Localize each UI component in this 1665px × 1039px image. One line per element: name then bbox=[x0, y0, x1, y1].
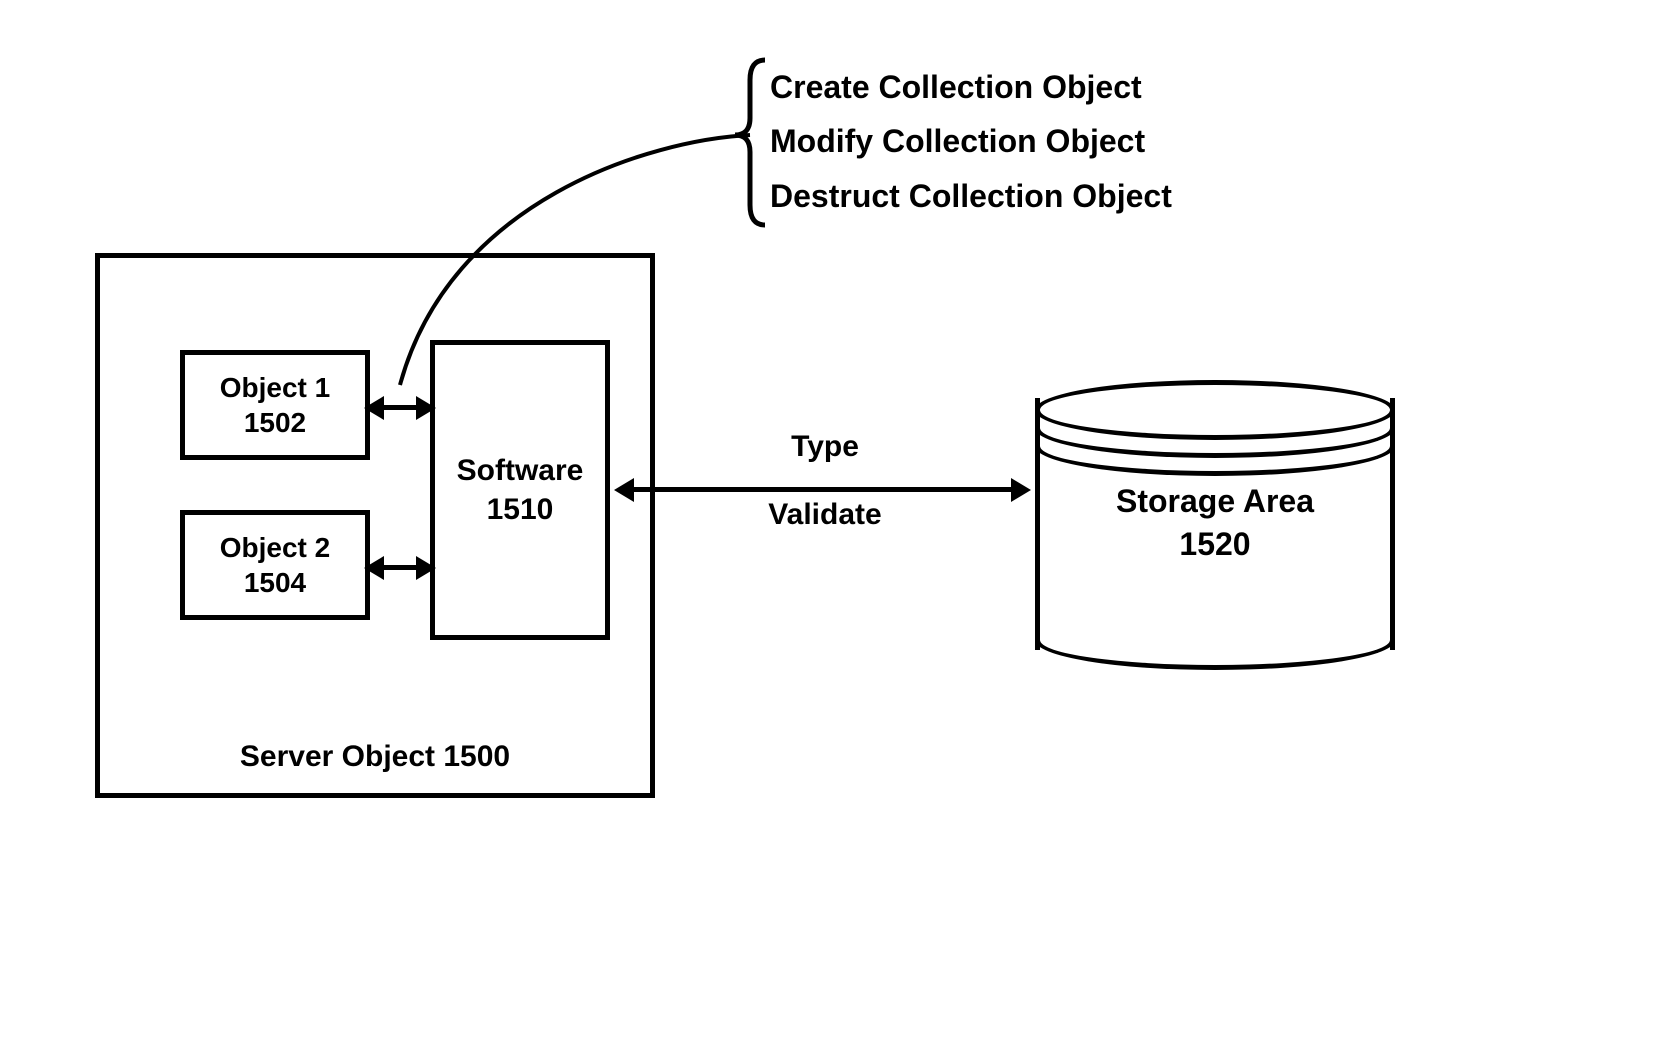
object-1-name: Object 1 bbox=[220, 370, 330, 405]
arrow-software-storage bbox=[630, 487, 1015, 492]
object-1-ref: 1502 bbox=[244, 405, 306, 440]
server-object-label: Server Object 1500 bbox=[95, 740, 655, 774]
operation-create: Create Collection Object bbox=[770, 60, 1172, 114]
object-2-ref: 1504 bbox=[244, 565, 306, 600]
operations-list: Create Collection Object Modify Collecti… bbox=[770, 60, 1172, 223]
operation-destruct: Destruct Collection Object bbox=[770, 169, 1172, 223]
brace-icon bbox=[735, 60, 765, 225]
arrow-label-type: Type bbox=[700, 430, 950, 464]
operation-modify: Modify Collection Object bbox=[770, 114, 1172, 168]
storage-area-cylinder: Storage Area 1520 bbox=[1035, 380, 1395, 660]
storage-name: Storage Area bbox=[1116, 483, 1314, 519]
storage-ref: 1520 bbox=[1179, 526, 1250, 562]
object-2-box: Object 2 1504 bbox=[180, 510, 370, 620]
object-1-box: Object 1 1502 bbox=[180, 350, 370, 460]
diagram-stage: Server Object 1500 Object 1 1502 Object … bbox=[0, 0, 1665, 1039]
arrow-object1-software bbox=[380, 405, 420, 410]
arrow-label-validate: Validate bbox=[700, 498, 950, 532]
object-2-name: Object 2 bbox=[220, 530, 330, 565]
software-box: Software 1510 bbox=[430, 340, 610, 640]
software-ref: 1510 bbox=[487, 490, 554, 529]
software-name: Software bbox=[457, 451, 584, 490]
arrow-object2-software bbox=[380, 565, 420, 570]
